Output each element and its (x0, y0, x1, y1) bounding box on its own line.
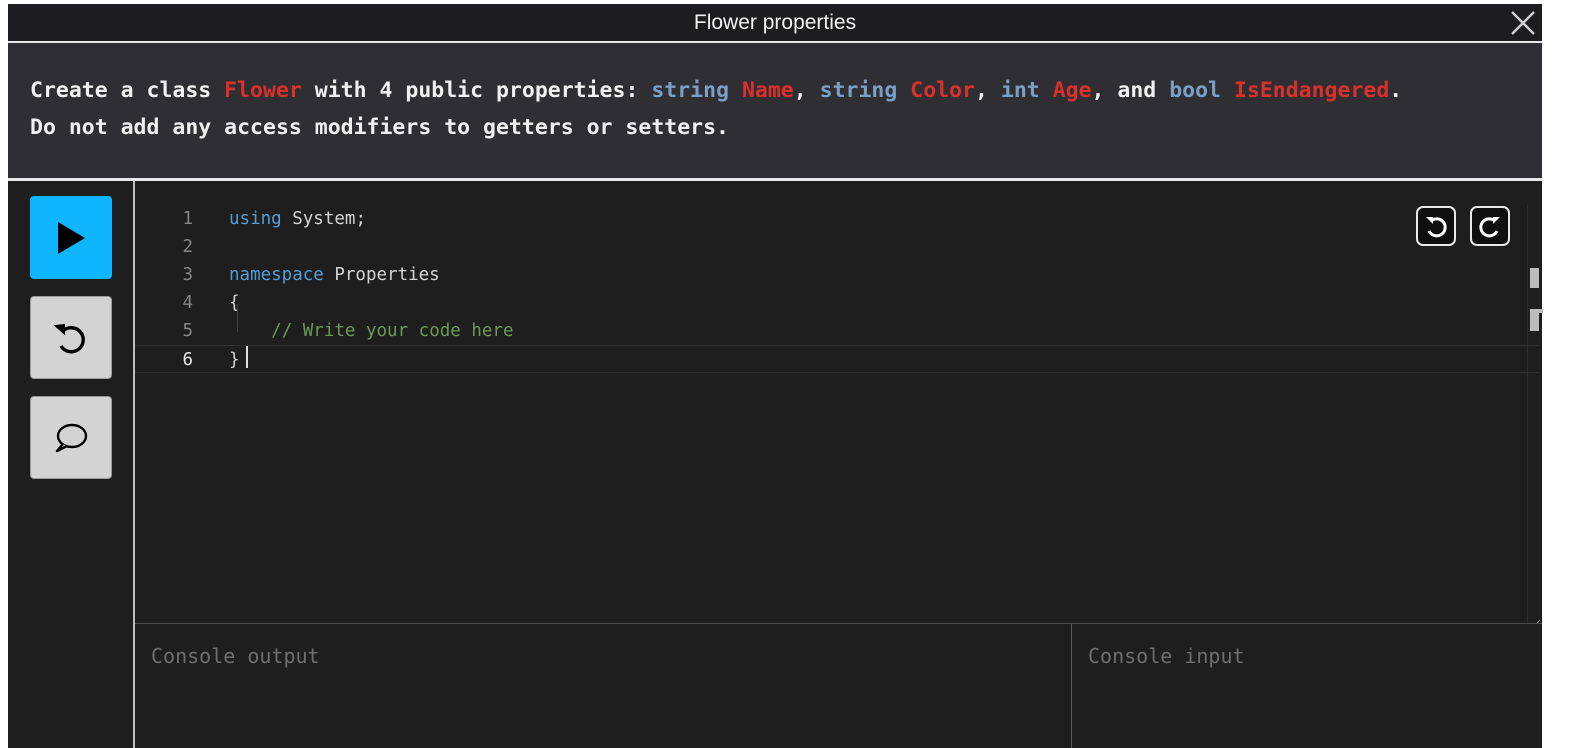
scrollbar-marker (1530, 309, 1543, 313)
exercise-window: Flower properties Create a class Flower … (8, 4, 1543, 748)
code-line-current: 6 } (135, 345, 1539, 373)
console-output[interactable]: Console output (135, 624, 1072, 748)
code-editor[interactable]: 1 using System; 2 3 namespace Properties… (135, 181, 1543, 628)
code-token: Properties (323, 265, 440, 285)
type-keyword: string (819, 78, 898, 103)
close-icon[interactable] (1508, 8, 1538, 38)
instruction-text: with 4 public properties: (301, 78, 652, 103)
line-number: 3 (182, 265, 193, 285)
code-text: namespace Properties (229, 261, 440, 289)
instruction-text: , (793, 78, 820, 103)
instruction-text (1221, 78, 1234, 103)
line-number: 2 (182, 237, 193, 257)
type-keyword: string (651, 78, 730, 103)
code-comment: // Write your code here (271, 321, 514, 341)
instruction-text: , and (1091, 78, 1170, 103)
instruction-text: Create a class (30, 78, 225, 103)
code-line: 3 namespace Properties (135, 261, 1539, 289)
action-sidebar (8, 181, 133, 748)
hint-chat-button[interactable] (30, 396, 112, 479)
instructions-line-2: Do not add any access modifiers to gette… (30, 115, 729, 140)
line-number: 4 (182, 293, 193, 313)
line-number: 5 (182, 321, 193, 341)
reset-icon (53, 323, 85, 353)
type-keyword: bool (1169, 78, 1221, 103)
code-token: } (229, 350, 240, 370)
code-text: } (229, 346, 240, 374)
instruction-text (729, 78, 742, 103)
chat-bubble-icon (55, 423, 88, 452)
identifier-name: Age (1052, 78, 1092, 103)
text-cursor (246, 346, 248, 368)
line-number: 1 (182, 209, 193, 229)
code-line: 4 { (135, 289, 1539, 317)
type-keyword: int (1000, 78, 1040, 103)
code-line: 1 using System; (135, 205, 1539, 233)
undo-icon (1426, 217, 1447, 238)
code-keyword: using (229, 209, 282, 229)
console-input-placeholder: Console input (1088, 644, 1245, 668)
play-icon (58, 221, 85, 254)
identifier-name: Color (910, 78, 975, 103)
resize-handle-icon[interactable] (1531, 613, 1541, 628)
redo-button[interactable] (1470, 206, 1510, 246)
instructions-line-1: Create a class Flower with 4 public prop… (30, 72, 1542, 109)
instruction-text: . (1389, 78, 1403, 103)
undo-button[interactable] (1416, 206, 1456, 246)
window-title: Flower properties (693, 10, 857, 34)
instruction-text: , (975, 78, 1001, 103)
console-input[interactable]: Console input (1072, 624, 1542, 748)
console-output-placeholder: Console output (151, 644, 320, 668)
code-text: // Write your code here (229, 317, 513, 345)
run-button[interactable] (30, 196, 112, 279)
identifier-name: IsEndangered (1233, 78, 1390, 103)
code-token: System; (281, 209, 366, 229)
code-text: using System; (229, 205, 366, 233)
redo-icon (1479, 217, 1500, 238)
code-line: 5 // Write your code here (135, 317, 1539, 345)
instruction-text (1040, 78, 1053, 103)
scrollbar-marker (1530, 268, 1539, 288)
identifier-name: Name (741, 78, 794, 103)
line-number: 6 (182, 350, 193, 370)
code-line: 2 (135, 233, 1539, 261)
identifier-name: Flower (224, 78, 302, 103)
code-keyword: namespace (229, 265, 324, 285)
reset-code-button[interactable] (30, 296, 112, 379)
instruction-text (897, 78, 910, 103)
title-bar: Flower properties (8, 4, 1542, 41)
task-instructions: Create a class Flower with 4 public prop… (8, 43, 1542, 178)
